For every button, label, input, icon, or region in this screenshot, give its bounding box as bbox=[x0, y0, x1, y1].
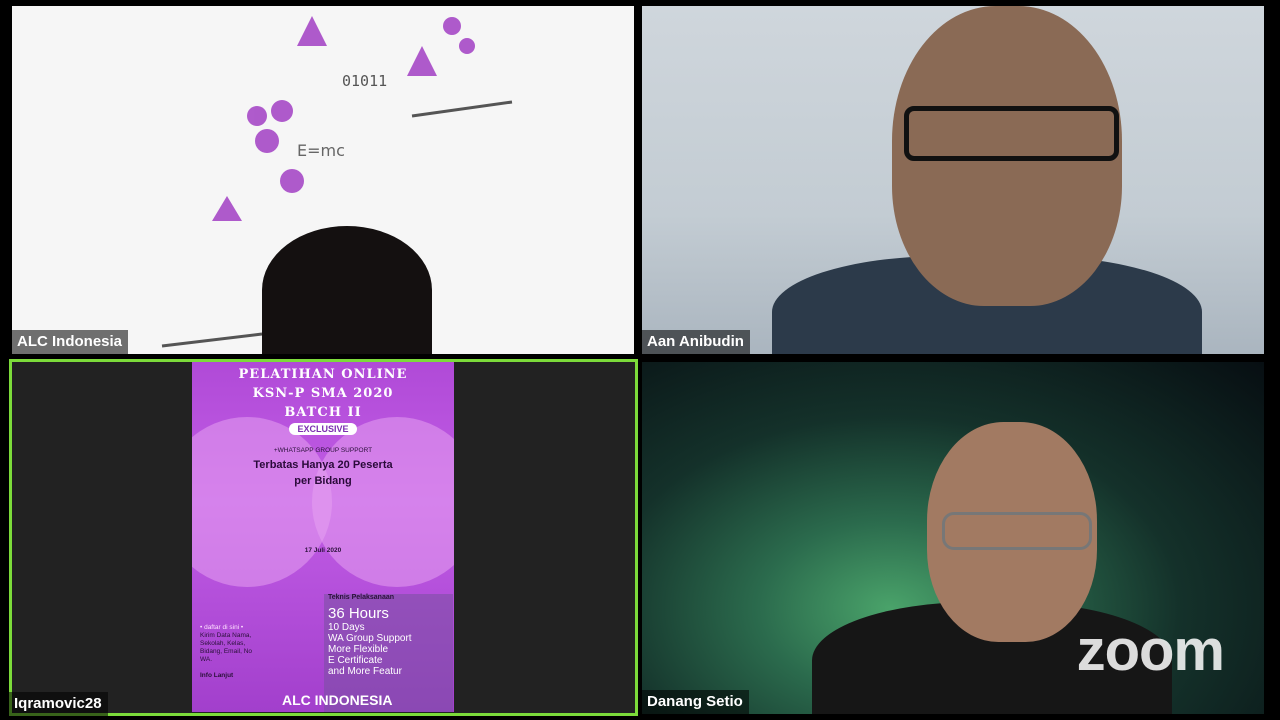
glasses-icon bbox=[904, 106, 1119, 161]
poster-brand: ALC INDONESIA bbox=[282, 692, 393, 708]
poster-info: Info Lanjut bbox=[200, 672, 234, 679]
poster-daftar: • daftar di sini • bbox=[200, 624, 244, 631]
event-poster: PELATIHAN ONLINE KSN-P SMA 2020 BATCH II… bbox=[192, 362, 454, 712]
poster-certificate: E Certificate bbox=[328, 655, 383, 666]
poster-days: 10 Days bbox=[328, 622, 365, 633]
video-tile-alc-indonesia[interactable]: 01011 E=mc ALC Indonesia bbox=[12, 6, 634, 354]
svg-text:E=mc: E=mc bbox=[297, 141, 345, 160]
poster-exclusive-badge: EXCLUSIVE bbox=[289, 423, 357, 435]
participant-silhouette bbox=[262, 226, 432, 354]
poster-title-2: KSN-P SMA 2020 bbox=[252, 386, 394, 401]
zoom-watermark: zoom bbox=[1076, 618, 1225, 683]
svg-text:01011: 01011 bbox=[342, 72, 387, 90]
video-tile-aan-anibudin[interactable]: Aan Anibudin bbox=[642, 6, 1264, 354]
poster-flexible: More Flexible bbox=[328, 644, 389, 655]
poster-title-3: BATCH II bbox=[284, 405, 362, 420]
participant-name: Aan Anibudin bbox=[642, 330, 750, 354]
poster-date: 17 Juli 2020 bbox=[304, 547, 342, 554]
video-tile-danang-setio[interactable]: zoom Danang Setio bbox=[642, 362, 1264, 714]
poster-more: and More Featur bbox=[328, 666, 402, 677]
poster-hours: 36 Hours bbox=[328, 605, 389, 622]
glasses-icon bbox=[942, 512, 1092, 550]
poster-kirim: Kirim Data Nama, Sekolah, Kelas, Bidang,… bbox=[200, 632, 253, 663]
poster-headline-2: per Bidang bbox=[294, 475, 352, 487]
poster-title-1: PELATIHAN ONLINE bbox=[238, 367, 408, 382]
participant-name: ALC Indonesia bbox=[12, 330, 129, 354]
poster-support: +WHATSAPP GROUP SUPPORT bbox=[273, 447, 373, 454]
poster-headline-1: Terbatas Hanya 20 Peserta bbox=[253, 459, 393, 471]
participant-name: Danang Setio bbox=[642, 690, 749, 714]
participant-name: Iqramovic28 bbox=[9, 692, 108, 716]
poster-teknis: Teknis Pelaksanaan bbox=[328, 594, 395, 601]
poster-wa: WA Group Support bbox=[328, 633, 412, 644]
video-tile-iqramovic28[interactable]: PELATIHAN ONLINE KSN-P SMA 2020 BATCH II… bbox=[9, 359, 638, 716]
